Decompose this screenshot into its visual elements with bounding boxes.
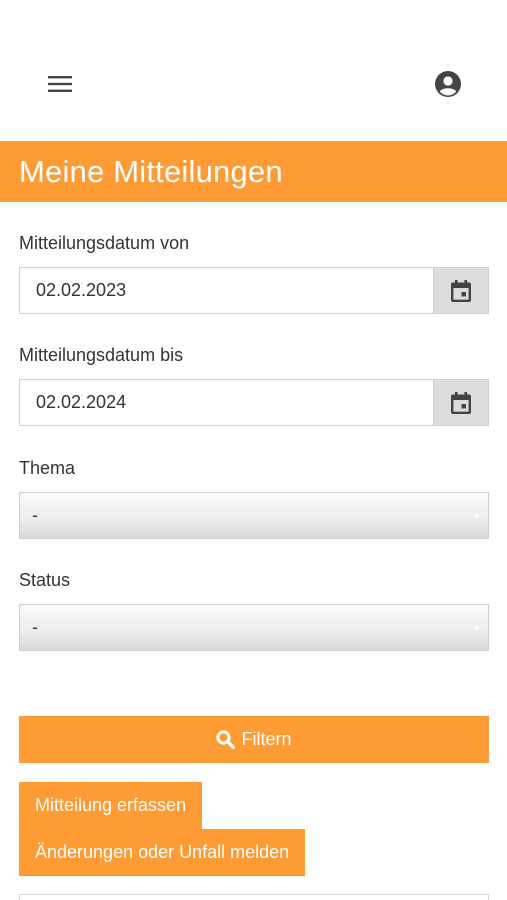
filter-button[interactable]: Filtern: [19, 716, 489, 763]
calendar-icon: [451, 279, 471, 302]
page-title: Meine Mitteilungen: [19, 153, 283, 189]
filter-button-label: Filtern: [241, 729, 292, 749]
results-panel: [19, 894, 489, 900]
date-to-group: [19, 379, 489, 426]
date-from-calendar-button[interactable]: [433, 267, 489, 314]
create-message-button[interactable]: Mitteilung erfassen: [19, 782, 203, 829]
topic-label: Thema: [19, 458, 76, 478]
status-label: Status: [19, 570, 71, 590]
top-navbar: [0, 0, 507, 140]
account-circle-icon[interactable]: [432, 68, 464, 100]
topic-select[interactable]: - ▼: [19, 492, 489, 539]
chevron-down-icon: ▼: [472, 510, 482, 521]
date-from-input[interactable]: [19, 267, 433, 314]
date-from-group: [19, 267, 489, 314]
date-to-input[interactable]: [19, 379, 433, 426]
page-title-bar: Meine Mitteilungen: [0, 141, 507, 202]
status-select[interactable]: - ▼: [19, 604, 489, 651]
calendar-icon: [451, 391, 471, 414]
date-from-label: Mitteilungsdatum von: [19, 233, 190, 253]
search-icon: [216, 730, 236, 749]
topic-selected-value: -: [32, 505, 38, 525]
chevron-down-icon: ▼: [472, 622, 482, 633]
date-to-label: Mitteilungsdatum bis: [19, 345, 184, 365]
hamburger-menu-icon[interactable]: [44, 68, 76, 100]
status-selected-value: -: [32, 617, 38, 637]
report-changes-button[interactable]: Änderungen oder Unfall melden: [19, 829, 306, 876]
date-to-calendar-button[interactable]: [433, 379, 489, 426]
